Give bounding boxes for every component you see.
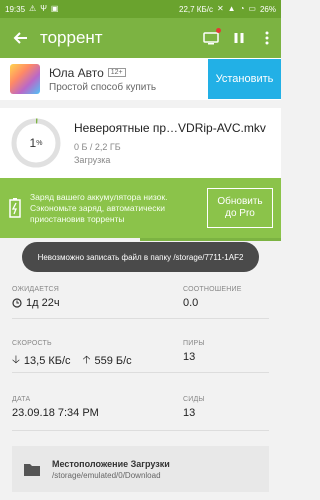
folder-icon	[24, 463, 40, 476]
battery-percent: 26%	[259, 4, 276, 14]
status-time: 19:35	[5, 4, 26, 14]
location-path: /storage/emulated/0/Download	[52, 470, 161, 480]
seeds-cell: СИДЫ 13	[183, 396, 313, 419]
ad-title: Юла Авто	[49, 65, 104, 80]
status-right: 22,7 КБ/с ✕ ▲ ◔ ▭ 26%	[179, 5, 276, 14]
error-toast: Невозможно записать файл в папку /storag…	[22, 242, 259, 272]
wifi-icon: ◔	[239, 4, 245, 13]
more-options-button[interactable]	[253, 18, 281, 58]
usb-icon: Ψ	[40, 4, 47, 13]
date-label: ДАТА	[12, 396, 31, 403]
file-name: Невероятные пр…VDRip-AVC.mkv	[74, 121, 266, 135]
ratio-value: 0.0	[183, 297, 199, 309]
progress-value: 1	[29, 136, 37, 150]
peers-cell: ПИРЫ 13	[183, 340, 313, 363]
warning-icon: ⚠	[29, 4, 37, 13]
seeds-value: 13	[183, 407, 196, 419]
app-toolbar: торрент	[0, 18, 281, 58]
ad-banner[interactable]: Юла Авто 12+ Простой способ купить Устан…	[0, 58, 281, 100]
peers-label: ПИРЫ	[183, 340, 205, 347]
status-left: 19:35 ⚠ Ψ ▣	[5, 5, 58, 14]
eta-cell: ОЖИДАЕТСЯ 1д 22ч	[12, 286, 142, 309]
eta-value: 1д 22ч	[26, 297, 60, 309]
file-status: Загрузка	[74, 155, 111, 165]
torrent-card[interactable]: 1% Невероятные пр…VDRip-AVC.mkv 0 Б / 2,…	[0, 108, 281, 178]
remote-button[interactable]	[197, 18, 225, 58]
battery-banner: Заряд вашего аккумулятора низок. Сэконом…	[0, 178, 281, 238]
arrow-up-icon: 🡡	[82, 354, 91, 366]
seeds-label: СИДЫ	[183, 396, 205, 403]
ad-subtitle: Простой способ купить	[49, 81, 157, 93]
upgrade-pro-button[interactable]: Обновить до Pro	[207, 188, 273, 228]
progress-ring: 1%	[10, 117, 62, 169]
torrent-details: ОЖИДАЕТСЯ 1д 22ч СООТНОШЕНИЕ 0.0 СКОРОСТ…	[0, 280, 281, 440]
file-info: Невероятные пр…VDRip-AVC.mkv 0 Б / 2,2 Г…	[74, 121, 281, 165]
date-cell: ДАТА 23.09.18 7:34 PM	[12, 396, 142, 419]
percent-sign: %	[36, 139, 43, 147]
back-button[interactable]	[0, 18, 40, 58]
arrow-down-icon: 🡣	[12, 354, 20, 366]
age-rating-badge: 12+	[107, 68, 126, 77]
battery-status-icon: ▭	[248, 4, 256, 13]
ad-logo	[10, 64, 40, 94]
android-icon: ▣	[50, 4, 59, 13]
location-title: Местоположение Загрузки	[52, 458, 170, 469]
battery-low-icon	[9, 198, 21, 218]
speed-label: СКОРОСТЬ	[12, 340, 52, 347]
upload-speed: 559 Б/с	[94, 354, 132, 367]
divider	[12, 318, 269, 319]
notification-dot	[216, 28, 221, 33]
date-value: 23.09.18 7:34 PM	[12, 407, 99, 419]
file-size: 0 Б / 2,2 ГБ	[74, 142, 121, 152]
battery-message: Заряд вашего аккумулятора низок. Сэконом…	[30, 191, 168, 224]
divider	[12, 372, 269, 373]
download-location[interactable]: Местоположение Загрузки /storage/emulate…	[12, 446, 269, 492]
remote-screen-icon	[203, 32, 219, 45]
mute-icon: ✕	[216, 4, 224, 13]
pause-icon	[234, 33, 244, 43]
download-speed: 13,5 КБ/с	[23, 354, 71, 367]
signal-icon: ▲	[227, 4, 236, 13]
eta-label: ОЖИДАЕТСЯ	[12, 286, 60, 293]
ratio-cell: СООТНОШЕНИЕ 0.0	[183, 286, 313, 309]
arrow-left-icon	[13, 32, 27, 44]
speed-cell: СКОРОСТЬ 🡣 13,5 КБ/с 🡡 559 Б/с	[12, 340, 142, 370]
ad-text: Юла Авто 12+ Простой способ купить	[49, 66, 208, 93]
ratio-label: СООТНОШЕНИЕ	[183, 286, 242, 293]
more-vert-icon	[265, 31, 269, 45]
clock-icon	[12, 298, 22, 308]
page-title: торрент	[40, 28, 103, 47]
install-button[interactable]: Установить	[208, 59, 281, 99]
pause-button[interactable]	[225, 18, 253, 58]
status-bar: 19:35 ⚠ Ψ ▣ 22,7 КБ/с ✕ ▲ ◔ ▭ 26%	[0, 0, 281, 18]
divider	[12, 430, 269, 431]
network-speed: 22,7 КБ/с	[179, 4, 213, 14]
tab-indicator	[140, 238, 281, 241]
peers-value: 13	[183, 351, 196, 363]
